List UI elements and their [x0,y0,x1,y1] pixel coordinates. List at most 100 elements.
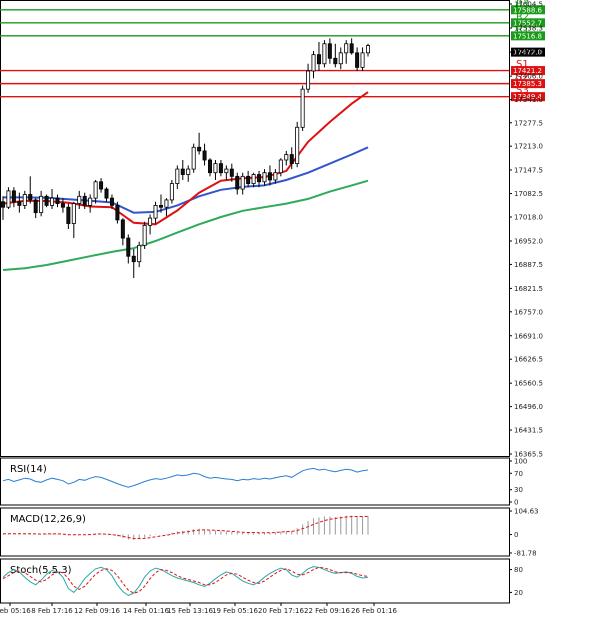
time-tick-label: 14 Feb 01:16 [123,607,169,615]
price-tick-label: 17604.5 [514,1,543,9]
time-tick-label: 8 Feb 17:16 [31,607,73,615]
indicator-tick-label: 0 [514,499,518,507]
candle-body [257,174,262,183]
candle [355,47,360,72]
candle [311,51,316,79]
time-tick-label: 26 Feb 01:16 [351,607,397,615]
candle [39,190,44,217]
price-tick-label: 16821.5 [514,285,543,293]
candle-body [180,168,185,175]
indicator-tick-label: 0 [514,531,518,539]
candle [164,198,169,217]
price-tick-label: 17082.5 [514,190,543,198]
candle-body [137,244,142,263]
candle-body [191,146,196,170]
candle-body [33,199,38,214]
candle [224,165,229,180]
indicator-tick-label: 70 [514,470,523,478]
indicator-name: MACD(12,26,9) [10,514,86,525]
candle-body [39,195,44,214]
candle-body [262,172,267,183]
candle-body [17,201,22,206]
candle-body [284,154,289,161]
indicator-name: Stoch(5,5,3) [10,565,72,576]
indicator-tick-label: 20 [514,589,523,597]
candle [202,143,207,166]
candle-body [267,172,272,181]
candlesticks [0,38,370,279]
indicator-tick-label: 100 [514,458,527,466]
candle [6,187,11,210]
candle [344,40,349,64]
candle-body [44,195,49,206]
candle [180,159,185,180]
candle [197,132,202,155]
candle-body [300,88,305,128]
candle-body [77,195,82,204]
candle-body [218,163,223,174]
candle-body [88,197,93,206]
candle-body [213,163,218,174]
candle [142,221,147,249]
candle-body [224,168,229,174]
candle [338,47,343,70]
candle [66,203,71,229]
candle-body [316,54,321,65]
price-tick-label: 16431.5 [514,427,543,435]
candle [295,121,300,168]
rsi-line [2,467,369,488]
indicator-frame [0,457,510,506]
price-tick-label: 17341.0 [514,96,543,104]
candle [267,165,272,186]
indicator-panel-1: 104.63 0 -81.78 MACD(12,26,9) [0,507,539,558]
candle-body [235,175,240,190]
time-tick-label: 22 Feb 09:16 [304,607,350,615]
candle [284,150,289,166]
candle-body [164,199,169,208]
candle-body [240,175,245,190]
candle [99,178,104,193]
candle-body [186,168,191,175]
candle [17,192,22,213]
candle-body [202,150,207,161]
candle-body [175,168,180,185]
time-tick-label: 15 Feb 13:16 [167,607,213,615]
time-tick-label: 12 Feb 09:16 [74,607,120,615]
candle-body [11,190,16,203]
pivot-levels: R317588.6R217552.7R117516.8S117421.2S217… [0,0,545,102]
candle-body [333,57,338,65]
price-tick-label: 16691.0 [514,332,543,340]
indicator-tick-label: 80 [514,566,523,574]
candle [360,47,365,72]
candle-body [169,183,174,201]
ma-green-line [2,179,369,271]
candle [175,165,180,190]
price-tick-label: 16952.0 [514,237,543,245]
candle [120,218,125,246]
candle-body [208,159,213,174]
candle-body [50,197,55,206]
price-tick-label: 16560.5 [514,380,543,388]
time-tick-label: 19 Feb 05:16 [212,607,258,615]
candle [33,198,38,219]
candle [115,201,120,224]
time-tick-label: 20 Feb 17:16 [258,607,304,615]
candle-body [306,70,311,90]
indicator-tick-label: -81.78 [514,550,537,558]
candle [131,248,136,279]
candle-body [360,52,365,68]
candle-body [71,203,76,224]
candle [44,194,49,208]
candle-body [322,43,327,65]
candle-body [327,43,332,59]
candle [251,172,256,188]
candle [246,170,251,188]
indicator-frame [0,558,510,604]
candle [327,38,332,64]
candle-body [115,204,120,221]
candle [88,194,93,213]
candle [333,43,338,68]
price-tick-label: 17406.0 [514,73,543,81]
candle [262,169,267,186]
indicator-tick-label: 104.63 [514,508,539,516]
